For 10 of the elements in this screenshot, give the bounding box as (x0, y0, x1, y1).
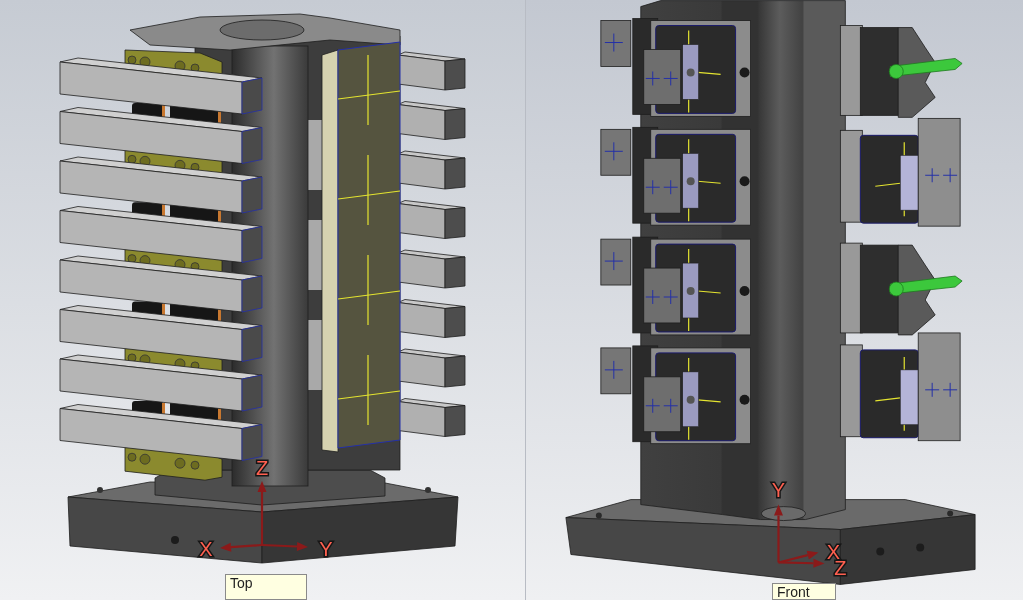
axis-label: Z (255, 457, 269, 479)
axis-label: X (199, 538, 213, 560)
locator-block (600, 128, 632, 176)
locator-block (600, 20, 632, 67)
locator-block (600, 347, 632, 395)
axis-label: Y (771, 478, 786, 501)
locator-block (600, 238, 632, 286)
axis-label: Y (319, 538, 333, 560)
view-label: Front (772, 583, 836, 600)
view-label: Top (225, 574, 307, 600)
